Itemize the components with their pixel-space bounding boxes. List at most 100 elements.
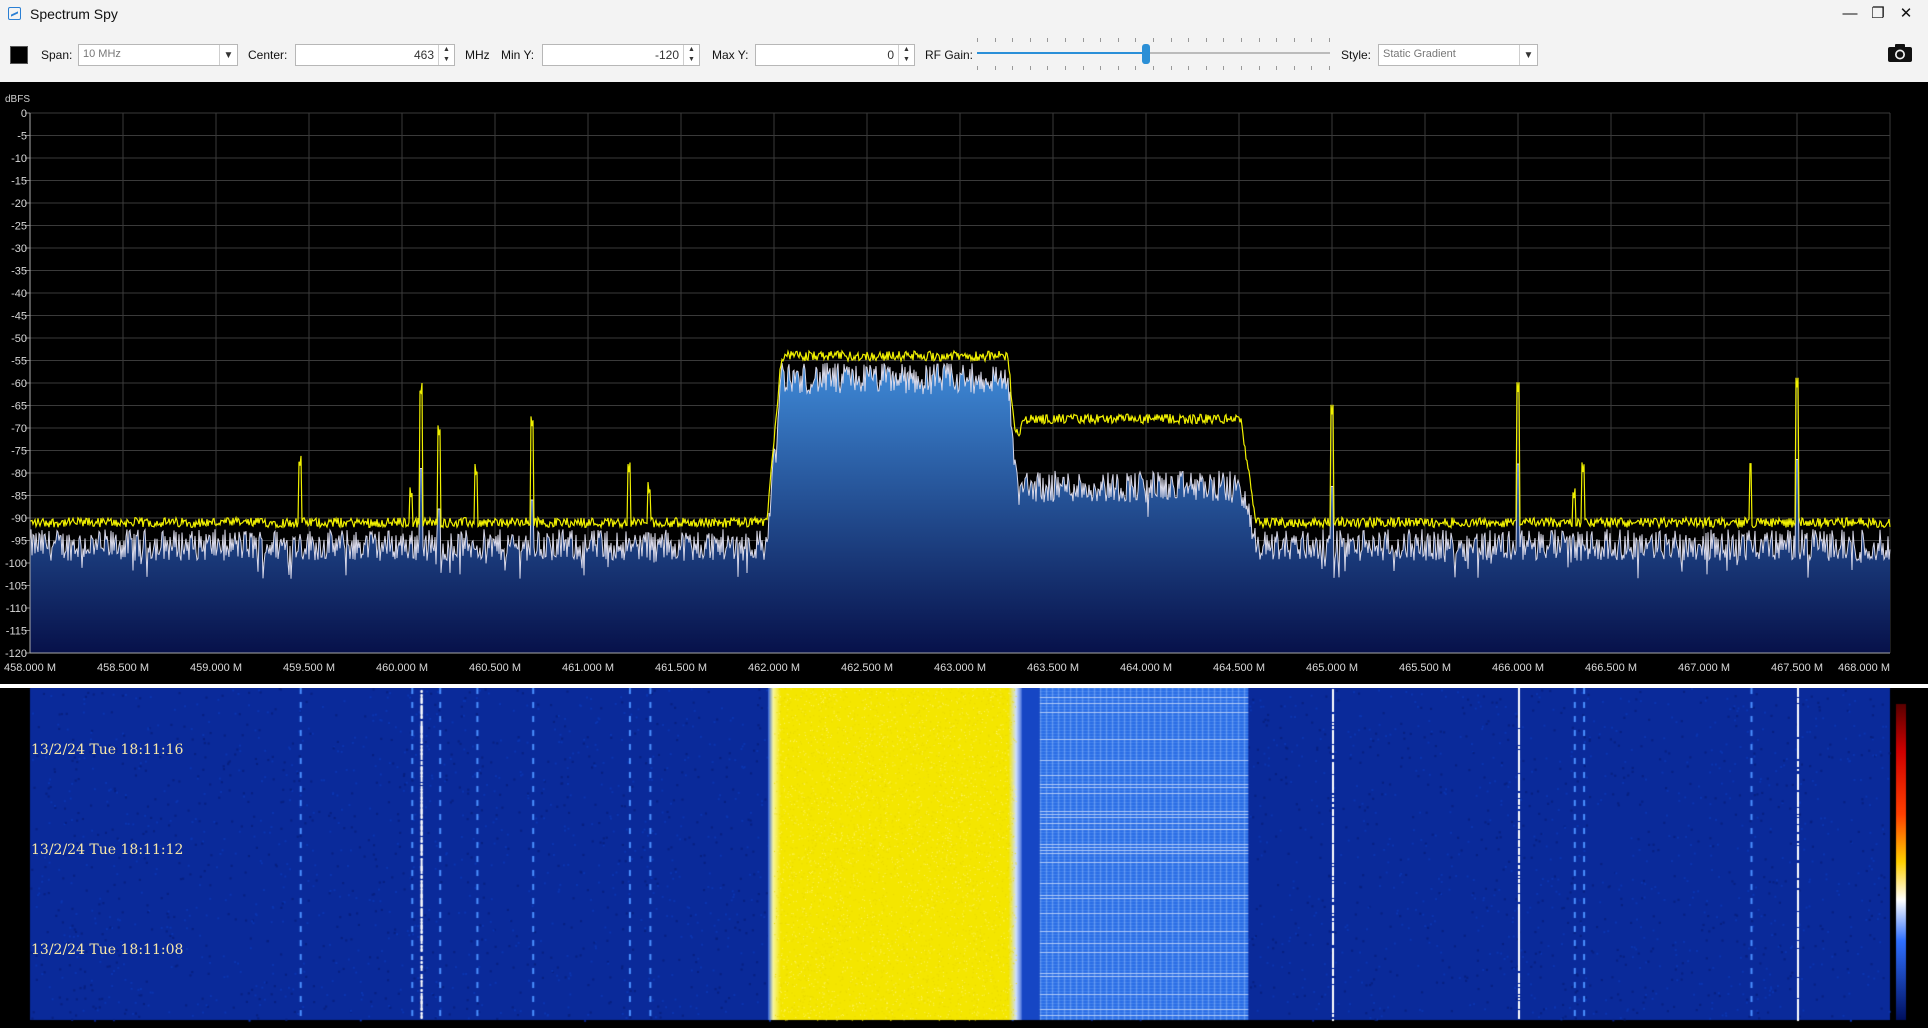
y-tick-label: -80 [11, 468, 27, 480]
slider-tick [1223, 38, 1224, 42]
slider-tick [1329, 38, 1330, 42]
waterfall-display[interactable] [0, 688, 1928, 1028]
style-dropdown[interactable]: Static Gradient ▼ [1378, 44, 1538, 66]
slider-tick [977, 38, 978, 42]
slider-tick [1241, 66, 1242, 70]
y-tick-label: -75 [11, 446, 27, 458]
y-tick-label: -25 [11, 221, 27, 233]
slider-tick [1311, 66, 1312, 70]
slider-tick [1171, 38, 1172, 42]
x-tick-label: 459.500 M [283, 662, 335, 674]
y-tick-label: -120 [5, 648, 27, 660]
x-tick-label: 464.000 M [1120, 662, 1172, 674]
slider-tick [1311, 38, 1312, 42]
x-tick-label: 463.000 M [934, 662, 986, 674]
camera-icon[interactable] [1887, 43, 1913, 63]
slider-tick [1206, 66, 1207, 70]
x-tick-label: 463.500 M [1027, 662, 1079, 674]
slider-tick [1259, 66, 1260, 70]
span-value: 10 MHz [83, 48, 121, 60]
spectrum-plot[interactable]: dBFS 0 -5 -10 -15 -20 -25 -30 -35 -40 -45 -50 -55 -60… [0, 82, 1928, 684]
max-y-field[interactable]: 0 ▲ ▼ [755, 44, 915, 66]
min-y-field[interactable]: -120 ▲ ▼ [542, 44, 700, 66]
x-tick-label: 462.000 M [748, 662, 800, 674]
minimize-button[interactable]: — [1836, 2, 1864, 26]
x-tick-label: 466.000 M [1492, 662, 1544, 674]
rf-gain-label: RF Gain: [925, 48, 974, 62]
slider-tick [1030, 38, 1031, 42]
x-tick-label: 462.500 M [841, 662, 893, 674]
slider-tick [1276, 38, 1277, 42]
x-tick-label: 464.500 M [1213, 662, 1265, 674]
center-unit: MHz [465, 48, 490, 62]
y-tick-label: -15 [11, 176, 27, 188]
slider-tick [1329, 66, 1330, 70]
x-tick-label: 461.500 M [655, 662, 707, 674]
x-tick-label: 465.500 M [1399, 662, 1451, 674]
slider-tick [1171, 66, 1172, 70]
spin-arrows-icon[interactable]: ▲ ▼ [683, 45, 699, 65]
slider-tick [1047, 66, 1048, 70]
x-tick-label: 460.500 M [469, 662, 521, 674]
slider-fill [977, 52, 1147, 54]
center-value: 463 [413, 48, 434, 62]
slider-tick [1294, 66, 1295, 70]
max-y-label: Max Y: [712, 48, 749, 62]
max-y-value: 0 [887, 48, 894, 62]
y-tick-label: -105 [5, 581, 27, 593]
close-button[interactable]: ✕ [1892, 2, 1920, 26]
style-value: Static Gradient [1383, 48, 1456, 60]
chevron-down-icon: ▼ [1519, 45, 1537, 65]
waterfall-timestamp: 13/2/24 Tue 18:11:08 [31, 942, 184, 958]
waterfall-timestamp: 13/2/24 Tue 18:11:12 [31, 842, 184, 858]
x-tick-label: 460.000 M [376, 662, 428, 674]
y-tick-label: -115 [6, 626, 27, 638]
x-tick-label: 461.000 M [562, 662, 614, 674]
y-tick-label: -45 [11, 311, 27, 323]
y-tick-label: -55 [11, 356, 27, 368]
trace-color-swatch[interactable] [10, 46, 28, 64]
slider-tick [1065, 38, 1066, 42]
y-tick-label: -90 [11, 513, 27, 525]
slider-tick [995, 38, 996, 42]
slider-tick [1153, 66, 1154, 70]
slider-tick [1135, 66, 1136, 70]
window-title: Spectrum Spy [30, 6, 118, 22]
spin-arrows-icon[interactable]: ▲ ▼ [438, 45, 454, 65]
y-axis-label: dBFS [5, 94, 30, 105]
min-y-value: -120 [654, 48, 679, 62]
slider-tick [1118, 66, 1119, 70]
min-y-label: Min Y: [501, 48, 535, 62]
slider-tick [1135, 38, 1136, 42]
center-field[interactable]: 463 ▲ ▼ [295, 44, 455, 66]
slider-tick [1188, 66, 1189, 70]
y-tick-label: -110 [6, 603, 27, 615]
slider-thumb[interactable] [1142, 44, 1151, 64]
maximize-button[interactable]: ❐ [1864, 2, 1892, 26]
y-tick-label: -20 [11, 198, 27, 210]
span-dropdown[interactable]: 10 MHz ▼ [78, 44, 238, 66]
slider-tick [1223, 66, 1224, 70]
slider-tick [1100, 38, 1101, 42]
y-tick-label: -40 [11, 288, 27, 300]
center-label: Center: [248, 48, 288, 62]
x-tick-label: 458.500 M [97, 662, 149, 674]
slider-tick [1083, 66, 1084, 70]
style-label: Style: [1341, 48, 1372, 62]
x-tick-label: 467.000 M [1678, 662, 1730, 674]
rf-gain-slider[interactable] [977, 36, 1330, 72]
spectrum-icon [8, 7, 21, 20]
x-tick-label: 458.000 M [4, 662, 56, 674]
y-tick-label: -95 [11, 536, 27, 548]
y-tick-label: -10 [11, 153, 27, 165]
chevron-down-icon: ▼ [219, 45, 237, 65]
slider-tick [995, 66, 996, 70]
slider-tick [1030, 66, 1031, 70]
spin-arrows-icon[interactable]: ▲ ▼ [898, 45, 914, 65]
y-tick-label: -30 [11, 243, 27, 255]
x-tick-label: 467.500 M [1771, 662, 1823, 674]
x-tick-label: 465.000 M [1306, 662, 1358, 674]
title-bar: Spectrum Spy — ❐ ✕ [0, 0, 1928, 28]
slider-tick [1294, 38, 1295, 42]
x-tick-label: 459.000 M [190, 662, 242, 674]
